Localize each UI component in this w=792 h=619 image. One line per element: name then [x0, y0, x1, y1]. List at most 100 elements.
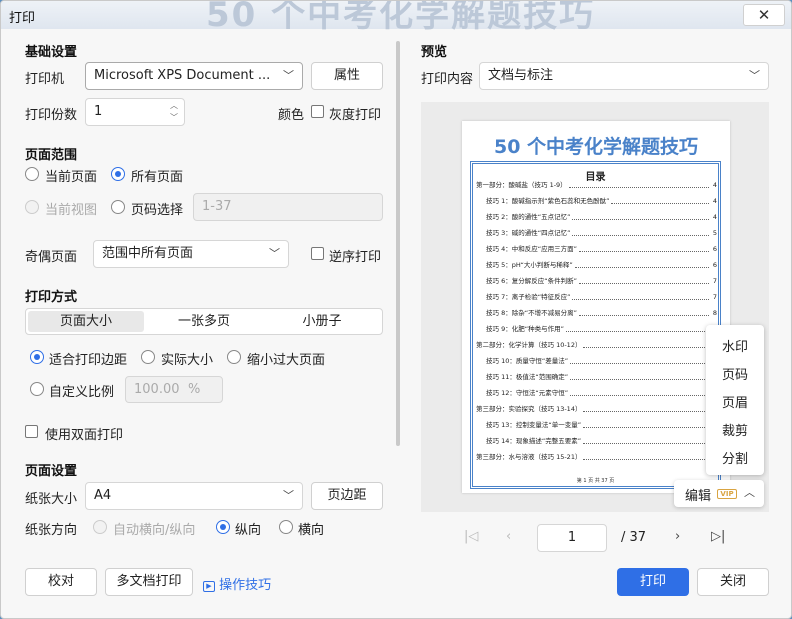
page-number-input[interactable]: 1: [537, 524, 607, 552]
background-title-text: 50 个中考化学解题技巧: [206, 0, 596, 35]
print-dialog: 50 个中考化学解题技巧 打印 ✕ 基础设置 打印机 Microsoft XPS…: [0, 0, 792, 619]
toc-entry-text: 技巧 7：离子检验“特征反应”: [486, 293, 571, 301]
toc-entry-text: 第三部分：水与溶液（技巧 15-21）: [476, 453, 582, 461]
menu-item-header[interactable]: 页眉: [706, 392, 764, 411]
toc-entry: 技巧 5：pH“大小判断与稀释” 6: [476, 261, 717, 270]
close-window-button[interactable]: ✕: [743, 4, 785, 26]
copies-label: 打印份数: [25, 108, 78, 123]
page-setup-heading: 页面设置: [25, 464, 78, 479]
toc-entry: 技巧 12：守恒法“元素守恒”: [476, 389, 717, 398]
auto-orientation-radio[interactable]: [93, 520, 107, 534]
menu-item-watermark[interactable]: 水印: [706, 336, 764, 355]
toc-entry-text: 技巧 9：化肥“种类与作用”: [486, 325, 564, 333]
copies-stepper[interactable]: 1 ︿ ﹀: [85, 98, 185, 126]
toc-entry: 第二部分：化学计算（技巧 10-12）: [476, 341, 717, 350]
toc-leader-dots: [579, 251, 709, 252]
chevron-up-icon: ︿: [744, 486, 755, 499]
toc-leader-dots: [579, 283, 709, 284]
print-content-value: 文档与标注: [488, 68, 554, 83]
custom-scale-radio[interactable]: [30, 382, 44, 396]
toc-entry: 技巧 2：酸的通性“五点记忆” 4: [476, 213, 717, 222]
fit-margins-radio[interactable]: [30, 350, 44, 364]
menu-item-split[interactable]: 分割: [706, 448, 764, 467]
print-content-select[interactable]: 文档与标注 ﹀: [479, 62, 769, 90]
toc-entry-text: 技巧 4：中和反应“应用三方面”: [486, 245, 577, 253]
toc-leader-dots: [579, 315, 709, 316]
tab-page-size[interactable]: 页面大小: [28, 311, 144, 332]
margins-button[interactable]: 页边距: [311, 482, 383, 510]
toc-leader-dots: [583, 459, 709, 460]
shrink-large-radio[interactable]: [227, 350, 241, 364]
stepper-down-icon[interactable]: ﹀: [170, 105, 178, 125]
toc-entry: 第一部分：酸碱盐（技巧 1-9） 4: [476, 181, 717, 190]
toc-entry-text: 第二部分：化学计算（技巧 10-12）: [476, 341, 582, 349]
tab-booklet[interactable]: 小册子: [264, 311, 380, 332]
page-range-placeholder: 1-37: [202, 199, 232, 214]
current-page-label: 当前页面: [45, 170, 98, 185]
tips-label: 操作技巧: [219, 578, 272, 593]
prev-page-icon[interactable]: ‹: [506, 529, 511, 544]
all-pages-radio[interactable]: [111, 167, 125, 181]
toc-entry: 技巧 3：碱的通性“四点记忆” 5: [476, 229, 717, 238]
toc-entry-text: 技巧 14：现象描述“完整五要素”: [486, 437, 582, 445]
paper-size-select[interactable]: A4 ﹀: [85, 482, 303, 510]
tab-multi-page[interactable]: 一张多页: [146, 311, 262, 332]
toc-leader-dots: [566, 331, 709, 332]
toc-leader-dots: [583, 411, 709, 412]
actual-size-label: 实际大小: [161, 353, 214, 368]
printer-select[interactable]: Microsoft XPS Document ... ﹀: [85, 62, 303, 90]
close-button[interactable]: 关闭: [697, 568, 769, 596]
print-button[interactable]: 打印: [617, 568, 689, 596]
reverse-print-checkbox[interactable]: [311, 247, 324, 260]
current-view-radio[interactable]: [25, 200, 39, 214]
proofread-button[interactable]: 校对: [25, 568, 97, 596]
page-select-radio[interactable]: [111, 200, 125, 214]
toc-leader-dots: [583, 443, 709, 444]
toc-entry-text: 第三部分：实验探究（技巧 13-14）: [476, 405, 582, 413]
toc-entry: 技巧 13：控制变量法“单一变量”: [476, 421, 717, 430]
printer-value: Microsoft XPS Document ...: [94, 68, 271, 83]
menu-item-crop[interactable]: 裁剪: [706, 420, 764, 439]
landscape-radio[interactable]: [279, 520, 293, 534]
toc-leader-dots: [583, 347, 709, 348]
title-bar: 50 个中考化学解题技巧 打印 ✕: [1, 1, 791, 35]
toc-entry-text: 技巧 11：极值法“范围确定”: [486, 373, 569, 381]
chevron-down-icon: ﹀: [283, 489, 294, 502]
toc-leader-dots: [572, 219, 709, 220]
orientation-label: 纸张方向: [25, 523, 78, 538]
portrait-radio[interactable]: [216, 520, 230, 534]
printer-label: 打印机: [25, 72, 65, 87]
print-mode-tabs: 页面大小 一张多页 小册子: [25, 308, 383, 335]
tips-link[interactable]: ▶ 操作技巧: [203, 574, 271, 593]
custom-scale-label: 自定义比例: [49, 385, 115, 400]
duplex-checkbox[interactable]: [25, 425, 38, 438]
preview-page: 50 个中考化学解题技巧 目录 第一部分：酸碱盐（技巧 1-9） 4 技巧 1：酸碱…: [462, 121, 730, 493]
odd-even-label: 奇偶页面: [25, 250, 78, 265]
toc-leader-dots: [575, 267, 709, 268]
chevron-down-icon: ﹀: [269, 247, 280, 260]
grayscale-checkbox[interactable]: [311, 105, 324, 118]
toc-entry: 技巧 8：除杂“不增不减易分离” 8: [476, 309, 717, 318]
edit-button[interactable]: 编辑 VIP ︿: [674, 480, 764, 507]
multi-doc-print-button[interactable]: 多文档打印: [105, 568, 193, 596]
toc-leader-dots: [570, 363, 709, 364]
toc-entry-page: 5: [712, 229, 717, 237]
actual-size-radio[interactable]: [141, 350, 155, 364]
scale-input[interactable]: 100.00 %: [125, 376, 223, 403]
last-page-icon[interactable]: ▷|: [711, 529, 725, 544]
next-page-icon[interactable]: ›: [675, 529, 680, 544]
toc-entry: 技巧 10：质量守恒“差量法”: [476, 357, 717, 366]
chevron-down-icon: ﹀: [283, 69, 294, 82]
first-page-icon[interactable]: |◁: [464, 529, 478, 544]
settings-scrollbar[interactable]: [396, 41, 400, 446]
printer-properties-button[interactable]: 属性: [311, 62, 383, 90]
menu-item-page-number[interactable]: 页码: [706, 364, 764, 383]
odd-even-select[interactable]: 范围中所有页面 ﹀: [93, 240, 289, 268]
page-range-input[interactable]: 1-37: [193, 193, 383, 221]
toc-entry-text: 技巧 13：控制变量法“单一变量”: [486, 421, 582, 429]
auto-orientation-label: 自动横向/纵向: [113, 523, 196, 538]
current-page-radio[interactable]: [25, 167, 39, 181]
document-title: 50 个中考化学解题技巧: [493, 136, 699, 158]
toc-entry: 技巧 14：现象描述“完整五要素”: [476, 437, 717, 446]
toc-entry-text: 技巧 2：酸的通性“五点记忆”: [486, 213, 571, 221]
